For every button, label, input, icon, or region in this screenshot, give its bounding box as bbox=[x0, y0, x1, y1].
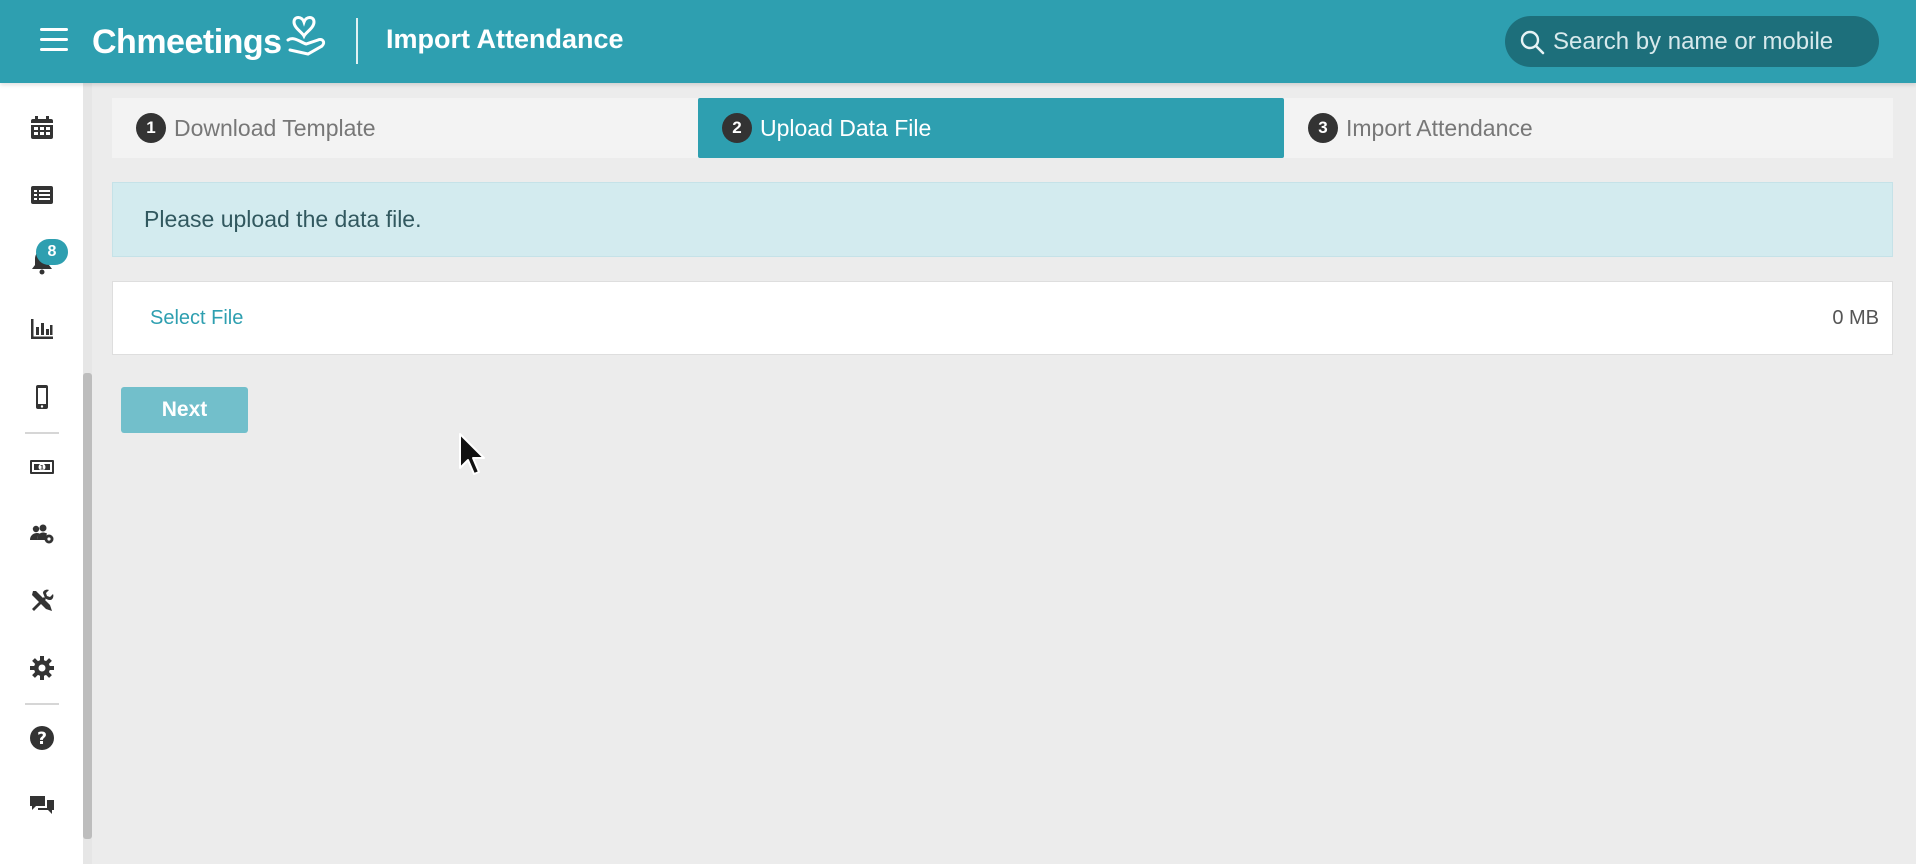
sidebar-divider bbox=[25, 703, 59, 705]
group-settings-icon bbox=[29, 524, 53, 544]
list-icon bbox=[30, 186, 53, 204]
file-upload-box: Select File 0 MB bbox=[112, 281, 1893, 355]
sidebar-item-contributions[interactable]: 1 bbox=[0, 442, 83, 492]
header-divider bbox=[356, 18, 358, 64]
step-import-attendance[interactable]: 3 Import Attendance bbox=[1284, 98, 1870, 158]
sidebar-divider bbox=[25, 432, 59, 434]
sidebar-item-mobile[interactable] bbox=[0, 372, 83, 422]
step-upload-data-file[interactable]: 2 Upload Data File bbox=[698, 98, 1284, 158]
page-title: Import Attendance bbox=[386, 24, 624, 54]
calendar-icon bbox=[30, 116, 53, 139]
mouse-cursor-icon bbox=[459, 433, 485, 475]
step-number: 3 bbox=[1308, 113, 1338, 143]
top-bar: Chmeetings Import Attendance bbox=[0, 0, 1916, 83]
sidebar-item-tools[interactable] bbox=[0, 576, 83, 626]
alert-message: Please upload the data file. bbox=[144, 206, 422, 232]
info-alert: Please upload the data file. bbox=[112, 182, 1893, 257]
search-box[interactable] bbox=[1505, 16, 1879, 67]
search-icon bbox=[1520, 30, 1545, 54]
sidebar-scrollbar-thumb[interactable] bbox=[83, 373, 92, 839]
sidebar-scrollbar[interactable] bbox=[83, 83, 92, 864]
tools-icon bbox=[31, 589, 53, 611]
sidebar-item-groups[interactable] bbox=[0, 509, 83, 559]
mobile-icon bbox=[35, 385, 48, 409]
bar-chart-icon bbox=[30, 319, 53, 339]
search-input[interactable] bbox=[1551, 26, 1875, 57]
heart-hand-logo-icon bbox=[286, 16, 325, 56]
brand-name: Chmeetings bbox=[92, 22, 282, 61]
sidebar-item-chat[interactable] bbox=[0, 780, 83, 830]
svg-text:1: 1 bbox=[39, 465, 43, 472]
sidebar-item-list[interactable] bbox=[0, 170, 83, 220]
sidebar-item-settings[interactable] bbox=[0, 643, 83, 693]
step-label: Import Attendance bbox=[1346, 114, 1533, 141]
step-label: Upload Data File bbox=[760, 114, 932, 141]
money-icon: 1 bbox=[29, 460, 54, 474]
step-number: 2 bbox=[722, 113, 752, 143]
sidebar-item-reports[interactable] bbox=[0, 304, 83, 354]
gear-icon bbox=[29, 656, 54, 680]
hamburger-menu-icon[interactable] bbox=[40, 28, 68, 54]
step-number: 1 bbox=[136, 113, 166, 143]
help-icon: ? bbox=[29, 726, 54, 750]
step-label: Download Template bbox=[174, 114, 376, 141]
brand-logo[interactable]: Chmeetings bbox=[92, 16, 330, 68]
next-button[interactable]: Next bbox=[121, 387, 248, 433]
sidebar-item-calendar[interactable] bbox=[0, 103, 83, 153]
main-content: 1 Download Template 2 Upload Data File 3… bbox=[92, 83, 1916, 864]
step-download-template[interactable]: 1 Download Template bbox=[112, 98, 698, 158]
sidebar-item-help[interactable]: ? bbox=[0, 713, 83, 763]
notification-count-badge: 8 bbox=[36, 239, 68, 265]
select-file-link[interactable]: Select File bbox=[150, 307, 243, 330]
chat-icon bbox=[29, 796, 54, 814]
wizard-steps: 1 Download Template 2 Upload Data File 3… bbox=[112, 98, 1893, 158]
sidebar: 8 1 ? bbox=[0, 83, 83, 864]
svg-text:?: ? bbox=[37, 729, 47, 749]
file-size: 0 MB bbox=[1832, 306, 1879, 329]
